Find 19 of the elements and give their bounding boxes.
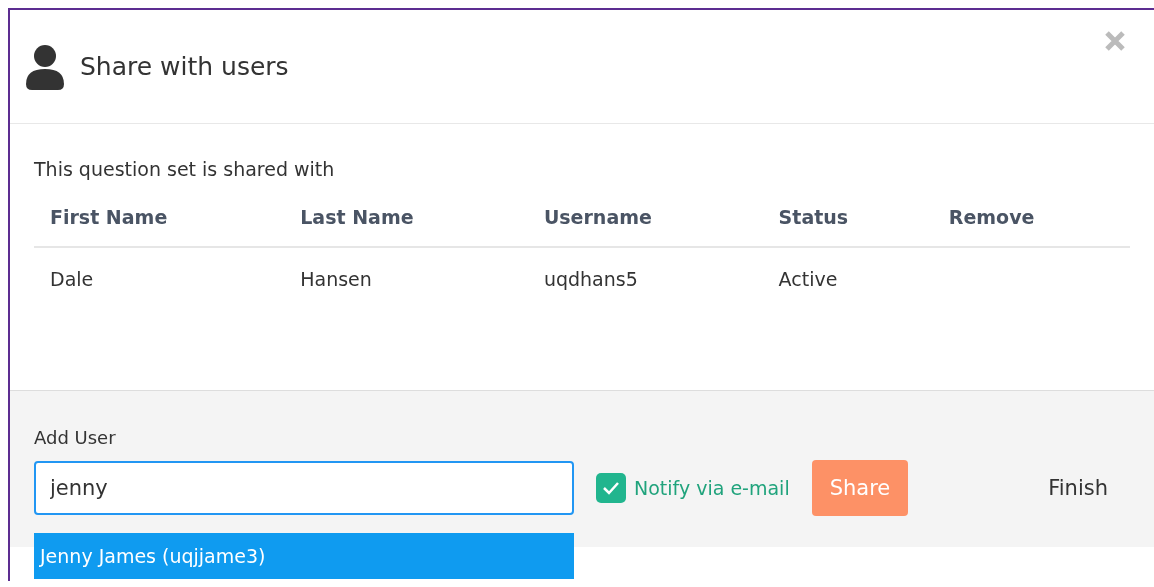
notify-checkbox[interactable]: Notify via e-mail — [596, 473, 790, 503]
close-button[interactable] — [1104, 30, 1126, 52]
table-cell: uqdhans5 — [527, 247, 763, 310]
share-button[interactable]: Share — [811, 460, 909, 516]
column-header: First Name — [34, 206, 285, 247]
user-icon — [24, 43, 66, 90]
suggestion-item[interactable]: Jenny James (uqjjame3) — [34, 533, 574, 579]
column-header: Last Name — [284, 206, 528, 247]
finish-button[interactable]: Finish — [1042, 475, 1114, 501]
table-cell: Dale — [34, 247, 285, 310]
column-header: Username — [527, 206, 763, 247]
table-cell: Active — [762, 247, 933, 310]
table-cell: Hansen — [284, 247, 528, 310]
dialog-title: Share with users — [80, 52, 289, 81]
intro-text: This question set is shared with — [34, 158, 335, 180]
field-label: Add User — [34, 427, 116, 448]
column-header: Status — [762, 206, 933, 247]
add-user-field[interactable]: jenny — [34, 461, 574, 515]
column-header: Remove — [932, 206, 1130, 247]
